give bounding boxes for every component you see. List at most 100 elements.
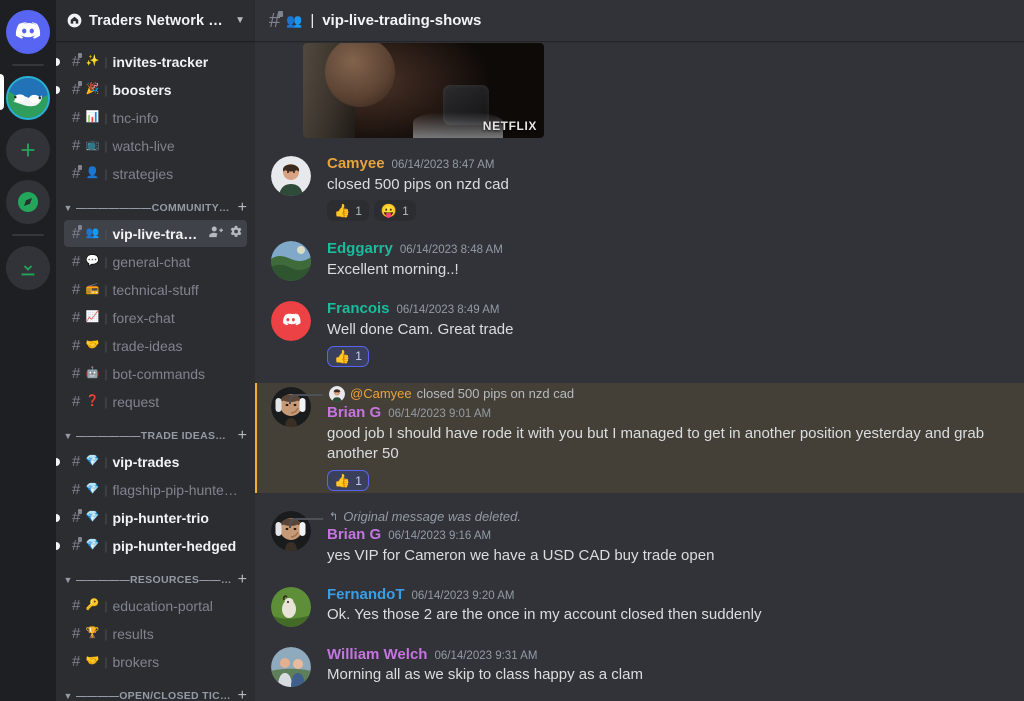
hash-icon: # — [72, 653, 81, 670]
download-apps-button[interactable] — [6, 246, 50, 290]
sidebar-channel-strategies[interactable]: # 👤 | strategies — [64, 160, 247, 187]
message-body: @Camyee closed 500 pips on nzd cad Brian G… — [289, 385, 1008, 491]
message-text: Ok. Yes those 2 are the once in my accou… — [327, 606, 762, 624]
category-label: ————OPEN/CLOSED TICKETS… — [76, 690, 232, 701]
reaction-emoji-icon: 👍 — [334, 473, 351, 488]
message-timestamp: 06/14/2023 8:47 AM — [391, 159, 495, 171]
avatar[interactable] — [271, 386, 311, 427]
hash-icon: # — [72, 337, 81, 354]
hash-icon: # — [72, 625, 81, 642]
rail-divider — [12, 64, 44, 66]
category-label: ———————COMMUNITY ———… — [76, 202, 232, 214]
reaction-pill[interactable]: 😛 1 — [373, 200, 416, 222]
add-server-button[interactable] — [6, 128, 50, 172]
sidebar-channel-pip-hunter-hedged[interactable]: # 💎 | pip-hunter-hedged — [56, 532, 247, 559]
hash-icon: # — [72, 309, 81, 326]
sidebar-channel-education-portal[interactable]: # 🔑 | education-portal — [64, 592, 247, 619]
sidebar-channel-pip-hunter-trio[interactable]: # 💎 | pip-hunter-trio — [56, 504, 247, 531]
lock-icon — [78, 509, 83, 514]
sidebar-channel-watch-live[interactable]: # 📺 | watch-live — [64, 132, 247, 159]
channel-name: strategies — [112, 165, 174, 182]
message[interactable]: ↰ Original message was deleted. Brian G 06/… — [255, 507, 1024, 569]
message[interactable]: FernandoT 06/14/2023 9:20 AM Ok. Yes those… — [255, 583, 1024, 629]
sidebar-channel-results[interactable]: # 🏆 | results — [64, 620, 247, 647]
channel-emoji-icon: 💎 — [85, 511, 100, 523]
reply-context[interactable]: @Camyee closed 500 pips on nzd cad — [289, 385, 1008, 404]
create-channel-button[interactable]: + — [234, 572, 247, 588]
message-timestamp: 06/14/2023 8:49 AM — [396, 304, 500, 317]
channel-separator: | — [104, 54, 108, 69]
sidebar-channel-trade-ideas[interactable]: # 🤝 | trade-ideas — [64, 332, 247, 359]
reaction-pill[interactable]: 👍 1 — [327, 345, 369, 367]
category-header-trade-ideas[interactable]: ▼——————TRADE IDEAS————+ — [56, 425, 255, 447]
sidebar-channel-vip-trades[interactable]: # 💎 | vip-trades — [56, 448, 247, 475]
channel-name: forex-chat — [112, 309, 175, 326]
sidebar-channel-forex-chat[interactable]: # 📈 | forex-chat — [64, 304, 247, 331]
channel-list[interactable]: # ✨ | invites-tracker # 🎉 | boosters # 📊 | tnc-info… — [56, 41, 255, 701]
message-body: Edggarry 06/14/2023 8:48 AM Excellent morn… — [327, 239, 1008, 281]
sidebar-channel-flagship-pip-hunte[interactable]: # 💎 | flagship-pip-hunte… — [64, 476, 247, 503]
message-body: Francois 06/14/2023 8:49 AM Well done Cam.… — [327, 299, 1008, 367]
message-list[interactable]: NETFLIX Camyee 06/14/2023 8:47 AM closed 5… — [255, 41, 1024, 701]
sidebar-channel-brokers[interactable]: # 🤝 | brokers — [64, 648, 247, 675]
sidebar-channel-tnc-info[interactable]: # 📊 | tnc-info — [64, 104, 247, 131]
avatar[interactable] — [271, 511, 311, 551]
avatar[interactable] — [271, 646, 311, 687]
message-text: Excellent morning..! — [327, 261, 459, 279]
gear-icon[interactable] — [228, 224, 243, 244]
chevron-down-icon[interactable]: ▼ — [235, 15, 245, 26]
channel-separator: | — [104, 138, 108, 153]
topbar-separator: | — [310, 12, 315, 29]
sidebar-channel-general-chat[interactable]: # 💬 | general-chat — [64, 248, 247, 275]
image-attachment[interactable]: NETFLIX — [303, 43, 544, 138]
category-header-resources[interactable]: ▼ —————RESOURCES———— + — [56, 569, 255, 591]
add-member-icon[interactable] — [208, 224, 223, 244]
sidebar-channel-vip-live-tradi[interactable]: # 👥 | vip-live-tradi… — [64, 220, 247, 247]
sidebar-channel-bot-commands[interactable]: # 🤖 | bot-commands — [64, 360, 247, 387]
message[interactable]: @Camyee closed 500 pips on nzd cad Brian G… — [255, 382, 1024, 494]
server-icon-traders-network-club[interactable] — [6, 76, 50, 120]
reply-author[interactable]: @Camyee — [350, 386, 412, 401]
message[interactable]: Camyee 06/14/2023 8:47 AM closed 500 pips … — [255, 152, 1024, 223]
category-header-community[interactable]: ▼———————COMMUNITY ———…+ — [56, 197, 255, 219]
message-author[interactable]: FernandoT — [327, 586, 405, 605]
message[interactable]: William Welch 06/14/2023 9:31 AM Morning a… — [255, 643, 1024, 689]
avatar[interactable] — [271, 586, 311, 627]
message-author[interactable]: Edggarry — [327, 240, 393, 259]
sidebar-channel-request[interactable]: # ❓ | request — [64, 388, 247, 415]
reply-context[interactable]: ↰ Original message was deleted. — [289, 509, 1008, 528]
message-author[interactable]: Camyee — [327, 155, 385, 174]
avatar[interactable] — [271, 156, 311, 196]
message-author[interactable]: Brian G — [327, 526, 381, 545]
create-channel-button[interactable]: + — [234, 428, 247, 444]
reaction-pill[interactable]: 👍 1 — [327, 200, 369, 222]
message-body: William Welch 06/14/2023 9:31 AM Morning a… — [327, 645, 1008, 687]
server-header[interactable]: Traders Network Club ▼ — [56, 0, 255, 41]
category-header-open-closed-tickets[interactable]: ▼————OPEN/CLOSED TICKETS…+ — [56, 685, 255, 701]
create-channel-button[interactable]: + — [234, 200, 247, 216]
message-author[interactable]: William Welch — [327, 646, 427, 665]
message-timestamp: 06/14/2023 9:01 AM — [388, 407, 492, 420]
message-author[interactable]: Brian G — [327, 404, 381, 423]
avatar[interactable] — [271, 241, 311, 282]
message[interactable]: Francois 06/14/2023 8:49 AM Well done Cam.… — [255, 297, 1024, 368]
message[interactable]: Edggarry 06/14/2023 8:48 AM Excellent morn… — [255, 237, 1024, 283]
netflix-watermark: NETFLIX — [482, 119, 537, 133]
channel-name: pip-hunter-trio — [112, 509, 209, 526]
sidebar-channel-invites-tracker[interactable]: # ✨ | invites-tracker — [56, 48, 247, 75]
avatar[interactable] — [271, 301, 311, 342]
unread-indicator — [56, 85, 60, 94]
message-header: FernandoT 06/14/2023 9:20 AM — [327, 586, 1008, 605]
message-body: ↰ Original message was deleted. Brian G 06/… — [289, 509, 1008, 567]
message-author[interactable]: Francois — [327, 300, 390, 319]
create-channel-button[interactable]: + — [234, 688, 247, 701]
channel-separator: | — [104, 254, 108, 269]
message-gutter — [271, 645, 327, 687]
discord-home-button[interactable] — [6, 10, 50, 54]
sidebar-channel-technical-stuff[interactable]: # 📻 | technical-stuff — [64, 276, 247, 303]
hash-icon: # — [72, 253, 81, 270]
reaction-pill[interactable]: 👍 1 — [327, 470, 369, 491]
channel-name: trade-ideas — [112, 337, 183, 354]
explore-servers-button[interactable] — [6, 180, 50, 224]
sidebar-channel-boosters[interactable]: # 🎉 | boosters — [56, 76, 247, 103]
